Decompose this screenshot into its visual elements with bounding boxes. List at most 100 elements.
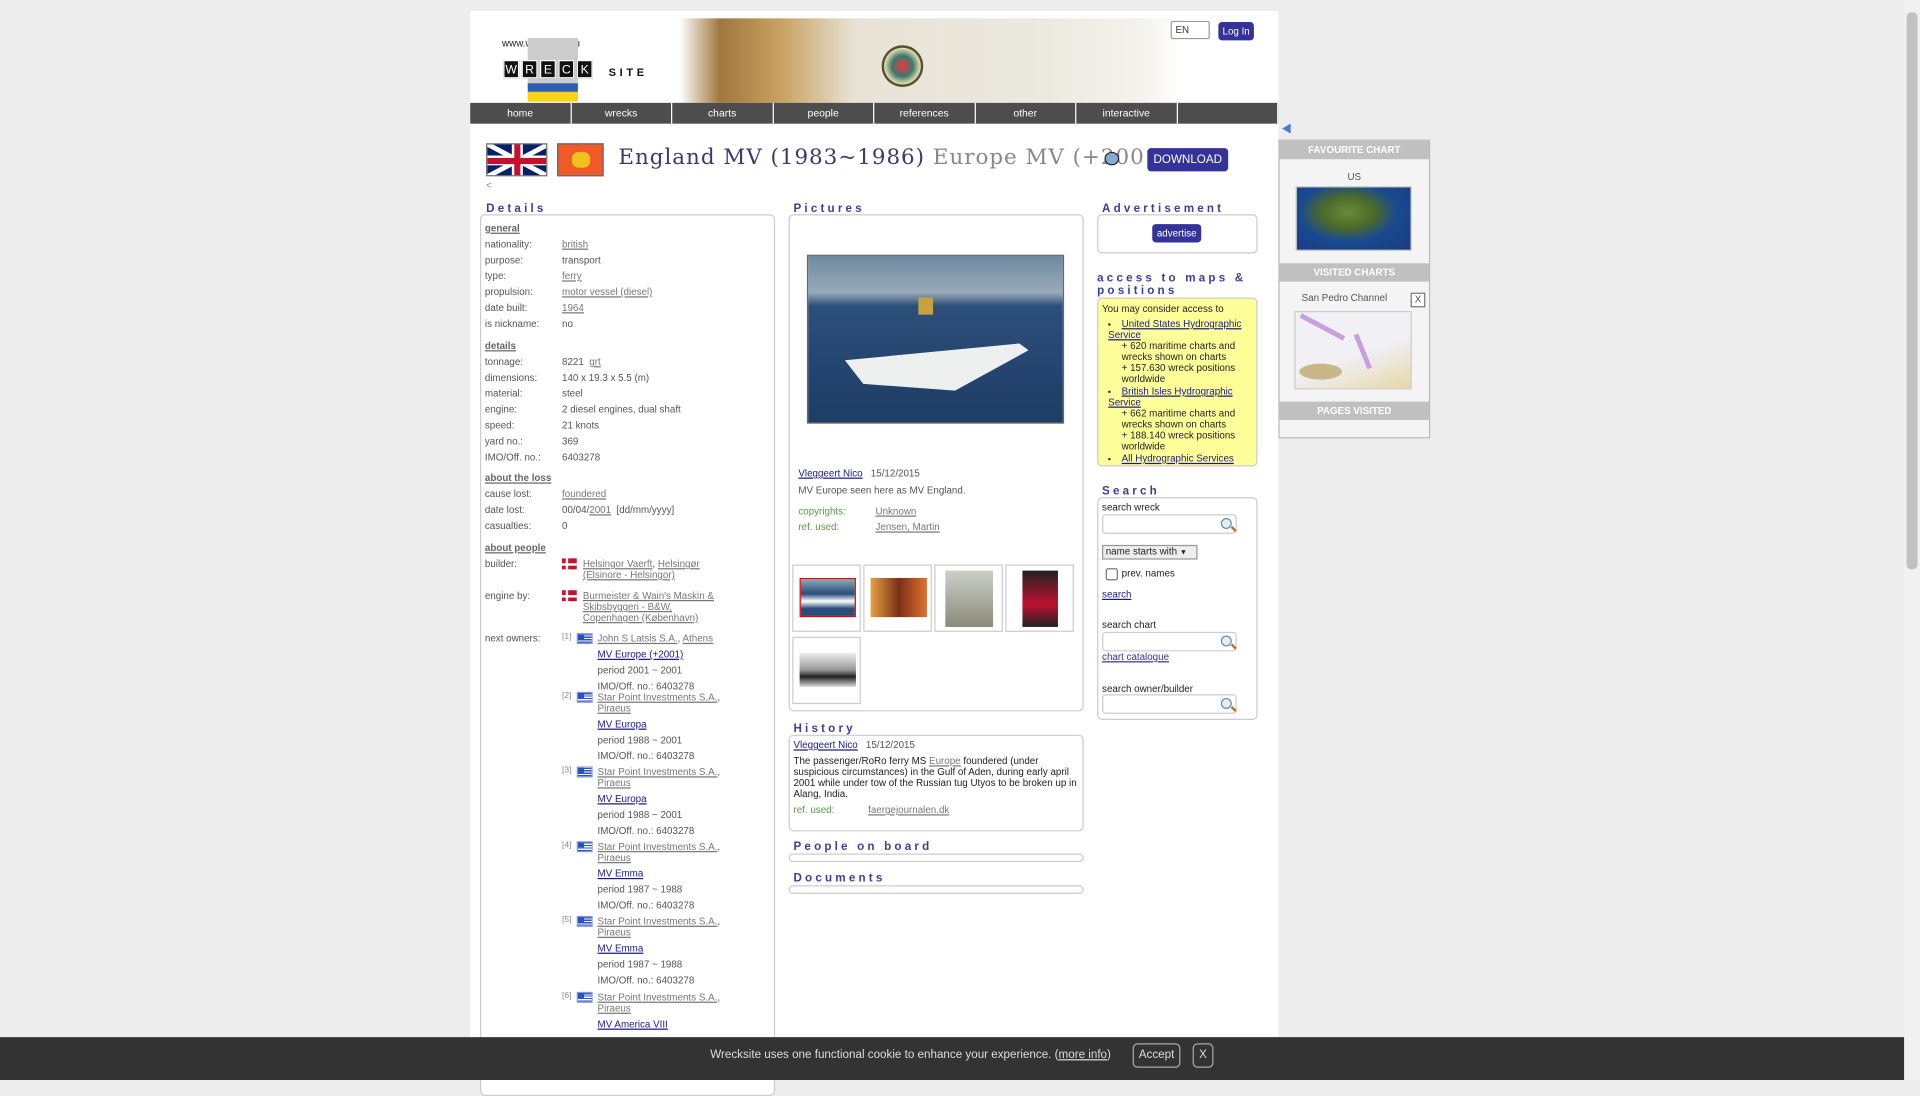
cookie-text: Wrecksite uses one functional cookie to … xyxy=(710,1048,1111,1061)
ref-used-link[interactable]: Jensen, Martin xyxy=(876,522,940,533)
thumbnail-4[interactable] xyxy=(1005,564,1074,632)
advertise-button[interactable]: advertise xyxy=(1152,224,1202,243)
cookie-more-info-link[interactable]: more info xyxy=(1059,1048,1108,1061)
access-service-link[interactable]: United States Hydrographic Service xyxy=(1108,318,1241,340)
owner-imo: IMO/Off. no.: 6403278 xyxy=(597,750,695,762)
chart-catalogue-link[interactable]: chart catalogue xyxy=(1102,651,1169,662)
access-list: United States Hydrographic Service+ 620 … xyxy=(1108,318,1252,464)
owner-company-link[interactable]: Star Point Investments S.A. xyxy=(598,692,718,703)
main-ship-photo[interactable] xyxy=(806,254,1065,424)
search-icon[interactable] xyxy=(1220,517,1232,529)
thumbnail-3[interactable] xyxy=(934,564,1003,632)
owner-ship-link[interactable]: MV Europe (+2001) xyxy=(598,649,713,660)
nav-item-home[interactable]: home xyxy=(470,102,572,124)
access-service-link[interactable]: All Hydrographic Services xyxy=(1122,453,1234,464)
owner-ship-link[interactable]: MV Europa xyxy=(598,719,733,730)
cookie-close-button[interactable]: X xyxy=(1192,1043,1214,1068)
favourite-chart-map[interactable] xyxy=(1295,186,1412,252)
close-visited-chart-button[interactable]: X xyxy=(1410,292,1426,308)
language-select[interactable]: EN xyxy=(1170,20,1210,40)
search-chart-input[interactable] xyxy=(1102,631,1237,652)
nav-item-wrecks[interactable]: wrecks xyxy=(571,102,673,124)
section-general[interactable]: general xyxy=(485,223,520,234)
owner-company-link[interactable]: Star Point Investments S.A. xyxy=(598,992,718,1003)
collapse-arrow-icon[interactable] xyxy=(1282,123,1291,134)
history-author-link[interactable]: Vleggeert Nico xyxy=(793,740,857,751)
owner-ship-link[interactable]: MV Emma xyxy=(598,868,733,879)
detail-label: type: xyxy=(484,270,507,282)
detail-value-text[interactable]: british xyxy=(562,239,588,250)
owner-ship-link[interactable]: MV America VIII xyxy=(598,1019,733,1030)
nav-item-other[interactable]: other xyxy=(975,102,1077,124)
scrollbar-thumb[interactable] xyxy=(1906,12,1918,570)
documents-header: Documents xyxy=(793,871,886,886)
date-lost-year-link[interactable]: 2001 xyxy=(589,504,611,515)
search-mode-select[interactable]: name starts with ▼ xyxy=(1102,544,1198,560)
section-loss[interactable]: about the loss xyxy=(485,473,551,484)
builder-link[interactable]: Helsingor Vaerft xyxy=(583,558,653,569)
ukraine-flag-icon xyxy=(527,83,578,92)
detail-value-text[interactable]: ferry xyxy=(562,271,582,282)
login-button[interactable]: Log In xyxy=(1218,22,1254,41)
owner-place-link[interactable]: Piraeus xyxy=(598,778,631,789)
owner-company-link[interactable]: Star Point Investments S.A. xyxy=(598,841,718,852)
owner-details: Star Point Investments S.A., Piraeus MV E… xyxy=(598,692,733,762)
nav-item-interactive[interactable]: interactive xyxy=(1076,102,1178,124)
search-link[interactable]: search xyxy=(1102,589,1131,600)
search-wreck-input[interactable] xyxy=(1102,514,1237,534)
owner-place-link[interactable]: Athens xyxy=(683,633,713,644)
logo[interactable]: WRECK xyxy=(503,60,593,79)
visited-chart-name[interactable]: San Pedro Channel xyxy=(1302,293,1388,304)
owner-place-link[interactable]: Piraeus xyxy=(598,852,631,863)
owner-company-link[interactable]: Star Point Investments S.A. xyxy=(598,916,718,927)
nav-item-people[interactable]: people xyxy=(773,102,875,124)
ukraine-flag-yellow xyxy=(527,91,578,102)
owner-place-link[interactable]: Piraeus xyxy=(598,1003,631,1014)
search-icon[interactable] xyxy=(1220,635,1232,647)
search-icon[interactable] xyxy=(1220,697,1232,709)
detail-value: 369 xyxy=(562,436,578,447)
detail-value-text[interactable]: motor vessel (diesel) xyxy=(562,287,652,298)
detail-value: 0 xyxy=(562,520,567,531)
history-ship-link[interactable]: Europe xyxy=(929,756,961,767)
header-banner xyxy=(679,18,1182,103)
section-people[interactable]: about people xyxy=(485,542,546,553)
prev-names-checkbox[interactable] xyxy=(1105,568,1118,581)
search-owner-input[interactable] xyxy=(1102,694,1237,714)
copyrights-link[interactable]: Unknown xyxy=(876,506,917,517)
owner-company-link[interactable]: Star Point Investments S.A. xyxy=(598,767,718,778)
owner-place-link[interactable]: Piraeus xyxy=(598,703,631,714)
tonnage-unit[interactable]: grt xyxy=(589,356,600,367)
detail-value: ferry xyxy=(562,271,582,282)
scrollbar[interactable] xyxy=(1904,0,1920,1081)
history-ref-link[interactable]: faergejournalen.dk xyxy=(868,804,949,815)
detail-value-text: transport xyxy=(562,254,601,266)
engine-builder-link[interactable]: Burmeister & Wain's Maskin & Skibsbygger… xyxy=(583,590,714,623)
download-button[interactable]: DOWNLOAD xyxy=(1147,148,1229,172)
section-details[interactable]: details xyxy=(485,340,516,351)
owner-ship-link[interactable]: MV Europa xyxy=(598,793,733,804)
nav-item-blank[interactable] xyxy=(1177,102,1279,124)
detail-value: Helsingor Vaerft, Helsingør (Elsinore - … xyxy=(562,558,700,580)
nav-item-charts[interactable]: charts xyxy=(672,102,774,124)
thumbnail-5[interactable] xyxy=(792,636,861,705)
owner-company-link[interactable]: John S Latsis S.A. xyxy=(598,633,678,644)
detail-value-text: no xyxy=(562,318,573,330)
back-link[interactable]: < xyxy=(486,180,492,191)
owner-ship-link[interactable]: MV Emma xyxy=(598,943,733,954)
people-on-board-header: People on board xyxy=(793,840,933,854)
nav-item-references[interactable]: references xyxy=(874,102,976,124)
access-service-link[interactable]: British Isles Hydrographic Service xyxy=(1108,386,1233,408)
page-title: England MV (1983~1986) Europe MV (+2001) xyxy=(618,146,1168,170)
detail-value-text[interactable]: 1964 xyxy=(562,302,584,313)
bug-report-icon[interactable] xyxy=(1104,151,1120,166)
cause-lost-link[interactable]: foundered xyxy=(562,489,606,500)
thumbnail-2[interactable] xyxy=(863,564,932,632)
owner-details: Star Point Investments S.A., Piraeus MV E… xyxy=(598,841,733,911)
picture-author-link[interactable]: Vleggeert Nico xyxy=(798,468,862,479)
cookie-accept-button[interactable]: Accept xyxy=(1132,1043,1181,1068)
visited-chart-map[interactable] xyxy=(1294,311,1412,390)
thumbnail-1[interactable] xyxy=(792,564,861,632)
owner-place-link[interactable]: Piraeus xyxy=(598,927,631,938)
detail-label: cause lost: xyxy=(484,488,532,500)
